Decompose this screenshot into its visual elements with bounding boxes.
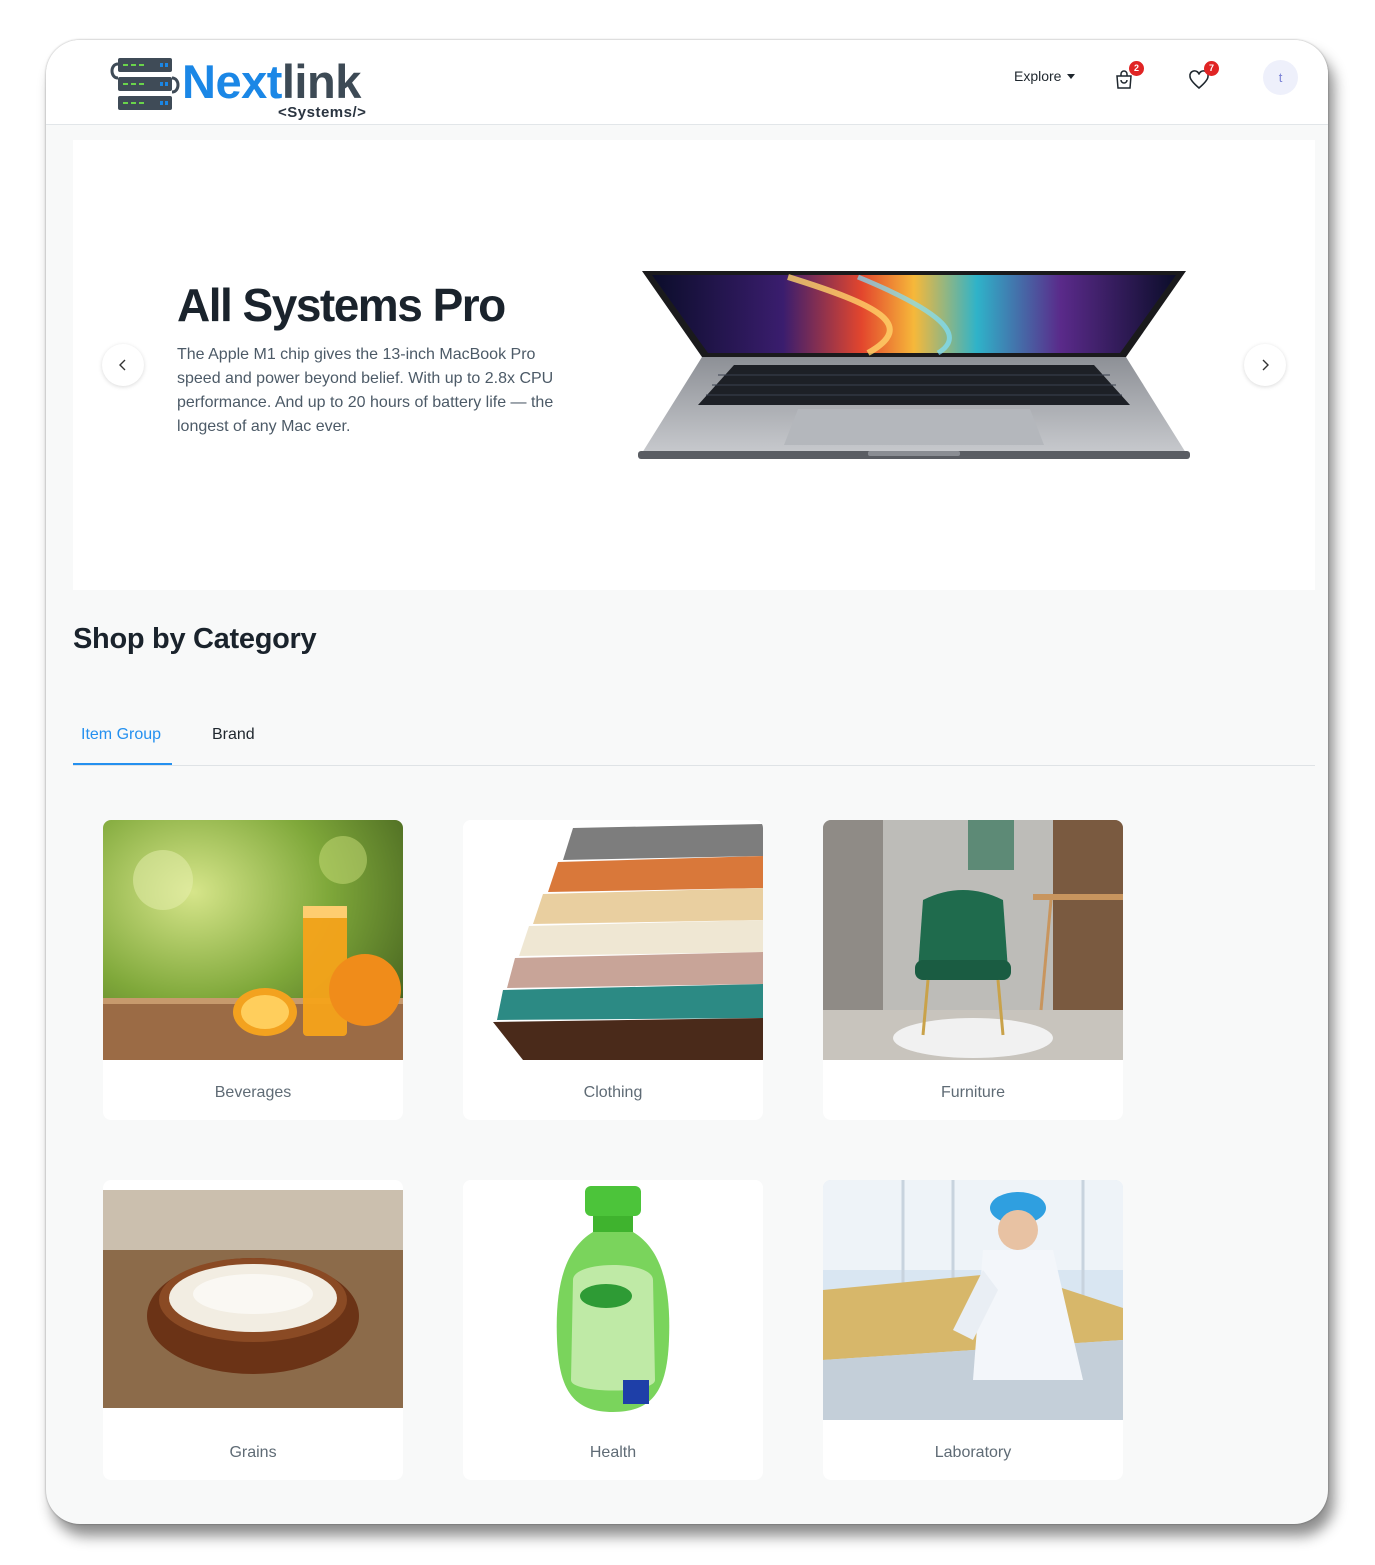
explore-dropdown[interactable]: Explore [1014, 68, 1076, 84]
grains-image [103, 1190, 403, 1408]
hero-description: The Apple M1 chip gives the 13-inch MacB… [177, 346, 554, 435]
brand-logo[interactable]: Nextlink <Systems/> [110, 54, 380, 124]
category-card-beverages[interactable]: Beverages [103, 820, 403, 1120]
section-title-categories: Shop by Category [73, 623, 317, 655]
chevron-left-icon [119, 359, 126, 371]
category-label: Grains [229, 1444, 277, 1461]
furniture-image [823, 820, 1123, 1060]
category-card-clothing[interactable]: Clothing [463, 820, 763, 1120]
brand-name-part1: Next [182, 55, 282, 108]
category-card-laboratory[interactable]: Laboratory [823, 1180, 1123, 1480]
wishlist-count-badge: 7 [1204, 61, 1219, 76]
laboratory-image [823, 1180, 1123, 1420]
tab-item-group[interactable]: Item Group [81, 726, 161, 744]
category-label: Health [589, 1444, 637, 1461]
app-window: Nextlink <Systems/> Explore 2 7 t All Sy… [46, 40, 1328, 1524]
brand-name-part2: link [281, 55, 361, 108]
top-navbar: Nextlink <Systems/> Explore 2 7 t [46, 40, 1328, 125]
category-label: Clothing [583, 1084, 643, 1101]
health-image [463, 1180, 763, 1420]
active-tab-indicator [73, 763, 172, 765]
laptop-image [638, 271, 1190, 459]
hero-carousel: All Systems Pro The Apple M1 chip gives … [73, 140, 1315, 590]
category-label: Laboratory [934, 1444, 1012, 1461]
chevron-right-icon [1262, 359, 1269, 371]
hero-title: All Systems Pro [177, 279, 506, 331]
cart-count-badge: 2 [1129, 61, 1144, 76]
brand-wordmark: Nextlink [182, 56, 361, 108]
wishlist-button[interactable]: 7 [1187, 61, 1219, 92]
carousel-next-button[interactable] [1244, 344, 1286, 386]
category-card-health[interactable]: Health [463, 1180, 763, 1480]
category-card-grains[interactable]: Grains [103, 1180, 403, 1480]
category-label: Beverages [214, 1084, 292, 1101]
carousel-prev-button[interactable] [102, 344, 144, 386]
user-avatar[interactable]: t [1263, 60, 1298, 95]
caret-down-icon [1067, 73, 1076, 79]
category-card-furniture[interactable]: Furniture [823, 820, 1123, 1120]
category-tabs: Item Group Brand [73, 716, 1315, 766]
brand-tagline: <Systems/> [278, 104, 367, 121]
clothing-image [463, 820, 763, 1060]
server-rack-icon [110, 58, 180, 110]
explore-label: Explore [1014, 68, 1062, 84]
category-label: Furniture [940, 1084, 1006, 1101]
tab-brand[interactable]: Brand [212, 726, 255, 744]
beverages-image [103, 820, 403, 1060]
cart-button[interactable]: 2 [1112, 61, 1144, 92]
